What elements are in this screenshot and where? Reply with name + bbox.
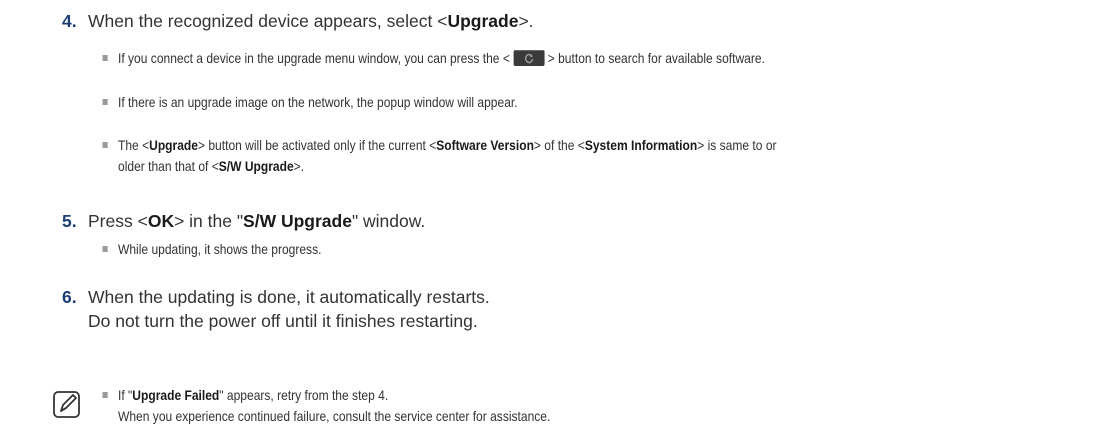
note-pencil-icon [53,391,80,418]
step-5: 5. Press <OK> in the "S/W Upgrade" window… [62,211,426,231]
bullet-3: The <Upgrade> button will be activated o… [102,135,777,177]
bullet-marker [102,392,108,398]
step-number: 6. [62,287,77,307]
bullet-marker [102,246,108,252]
note-text: If "Upgrade Failed" appears, retry from … [102,385,550,427]
refresh-button-image [513,50,545,66]
bullet-marker [102,142,108,148]
step-number: 5. [62,211,77,231]
refresh-icon [524,53,533,64]
step-number: 4. [62,11,77,31]
bullet-1: If you connect a device in the upgrade m… [102,48,765,69]
step-6: 6. When the updating is done, it automati… [62,287,490,331]
step-4: 4. When the recognized device appears, se… [62,11,534,31]
bullet-4: While updating, it shows the progress. [102,239,321,260]
bullet-marker [102,99,108,105]
bullet-2: If there is an upgrade image on the netw… [102,92,518,113]
bullet-marker [102,55,108,61]
